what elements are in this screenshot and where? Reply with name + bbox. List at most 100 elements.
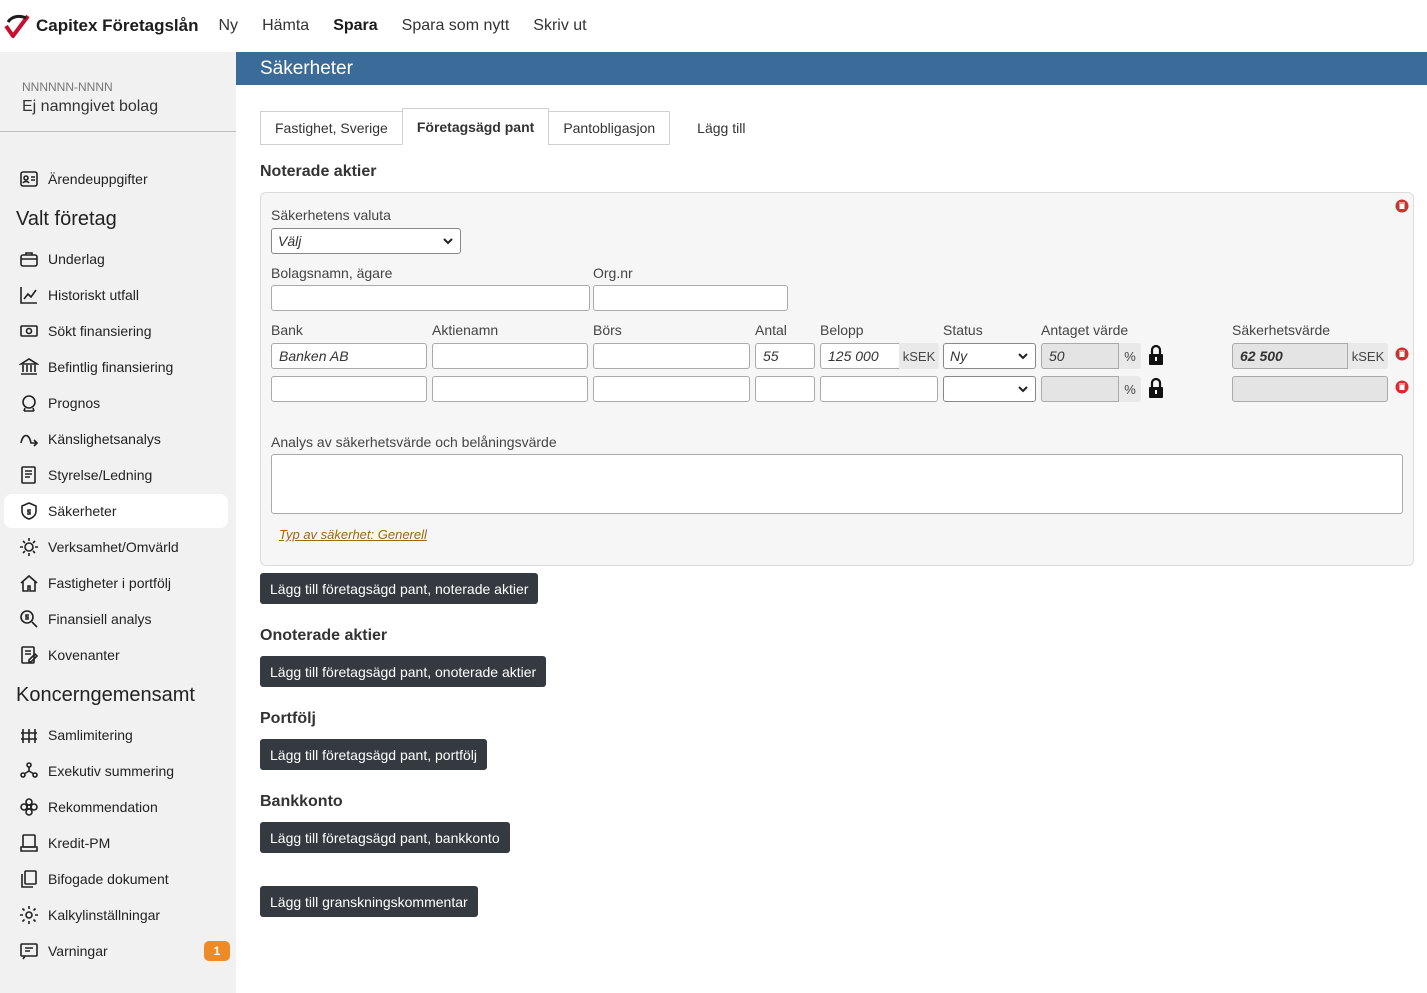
sidebar-item-underlag[interactable]: Underlag <box>4 242 228 276</box>
row2-sakerhetsvarde-input <box>1232 376 1388 402</box>
menu-save[interactable]: Spara <box>333 17 377 35</box>
contract-icon <box>18 644 40 666</box>
analys-textarea[interactable] <box>271 454 1403 514</box>
tab-add[interactable]: Lägg till <box>683 111 760 145</box>
section-valt-foretag: Valt företag <box>16 208 117 230</box>
sidebar-item-kovenanter[interactable]: Kovenanter <box>4 638 228 672</box>
printer-icon <box>18 832 40 854</box>
row1-sakerhetsvarde-unit: kSEK <box>1348 343 1388 369</box>
sidebar-item-label: Bifogade dokument <box>48 871 169 887</box>
sidebar-item-label: Prognos <box>48 395 101 411</box>
add-noterade-aktier-button[interactable]: Lägg till företagsägd pant, noterade akt… <box>260 573 539 604</box>
tab-foretagsagd-pant[interactable]: Företagsägd pant <box>401 108 550 145</box>
menu-save-as-new[interactable]: Spara som nytt <box>402 17 510 35</box>
section-portfolj: Portfölj <box>260 710 316 727</box>
col-aktienamn: Aktienamn <box>432 322 499 338</box>
row1-lock-icon[interactable] <box>1147 344 1165 366</box>
sidebar-item-kanslighetsanalys[interactable]: Känslighetsanalys <box>4 422 228 456</box>
warning-icon <box>18 940 40 962</box>
flower-icon <box>18 796 40 818</box>
sidebar-item-label: Kredit-PM <box>48 835 111 851</box>
row1-bors-input[interactable] <box>593 343 750 369</box>
col-sakerhetsvarde: Säkerhetsvärde <box>1232 322 1331 338</box>
col-belopp: Belopp <box>820 322 864 338</box>
money-icon <box>18 320 40 342</box>
currency-select[interactable]: Välj <box>271 228 461 254</box>
row1-status-select[interactable]: Ny <box>943 343 1036 369</box>
row2-status-select[interactable] <box>943 376 1036 402</box>
row1-antal-input[interactable]: 55 <box>755 343 815 369</box>
orgnr-input[interactable] <box>593 285 788 311</box>
company-orgnr: NNNNNN-NNNN <box>22 80 113 94</box>
lightbulb-icon <box>18 536 40 558</box>
top-menu: Ny Hämta Spara Spara som nytt Skriv ut <box>219 17 611 35</box>
add-review-comment-button[interactable]: Lägg till granskningskommentar <box>260 886 478 917</box>
sidebar-item-label: Säkerheter <box>48 503 117 519</box>
sidebar-item-finansiell-analys[interactable]: Finansiell analys <box>4 602 228 636</box>
sidebar-item-label: Ärendeuppgifter <box>48 171 148 187</box>
sidebar-item-kalkylinstallningar[interactable]: Kalkylinställningar <box>4 898 228 932</box>
sidebar-item-historiskt-utfall[interactable]: Historiskt utfall <box>4 278 228 312</box>
sidebar-item-prognos[interactable]: Prognos <box>4 386 228 420</box>
row1-belopp-unit: kSEK <box>899 343 939 369</box>
briefcase-icon <box>18 248 40 270</box>
row2-antaget-input[interactable] <box>1041 376 1119 402</box>
row1-sakerhetsvarde-input: 62 500 <box>1232 343 1348 369</box>
company-name: Ej namngivet bolag <box>22 98 159 115</box>
tab-pantobligasjon[interactable]: Pantobligasjon <box>548 111 671 145</box>
sidebar-item-arendeuppgifter[interactable]: Ärendeuppgifter <box>4 162 228 196</box>
row2-antal-input[interactable] <box>755 376 815 402</box>
col-bors: Börs <box>593 322 622 338</box>
sidebar-item-label: Känslighetsanalys <box>48 431 161 447</box>
sidebar-item-sakerheter[interactable]: Säkerheter <box>4 494 228 528</box>
row1-delete-icon[interactable] <box>1395 347 1409 361</box>
add-portfolj-button[interactable]: Lägg till företagsägd pant, portfölj <box>260 739 488 770</box>
sidebar-item-sokt-finansiering[interactable]: Sökt finansiering <box>4 314 228 348</box>
company-info: NNNNNN-NNNN Ej namngivet bolag <box>0 52 236 132</box>
sidebar-item-samlimitering[interactable]: Samlimitering <box>4 718 228 752</box>
menu-open[interactable]: Hämta <box>262 17 309 35</box>
row2-belopp-input[interactable] <box>820 376 938 402</box>
row1-aktienamn-input[interactable] <box>432 343 588 369</box>
delete-panel-icon[interactable] <box>1395 199 1409 213</box>
curve-arrow-icon <box>18 428 40 450</box>
section-onoterade-aktier: Onoterade aktier <box>260 627 388 644</box>
sidebar-item-label: Verksamhet/Omvärld <box>48 539 179 555</box>
row2-aktienamn-input[interactable] <box>432 376 588 402</box>
sidebar-item-label: Fastigheter i portfölj <box>48 575 171 591</box>
row1-belopp-input[interactable]: 125 000 <box>820 343 900 369</box>
owner-input[interactable] <box>271 285 590 311</box>
sidebar-item-exekutiv-summering[interactable]: Exekutiv summering <box>4 754 228 788</box>
app-title: Capitex Företagslån <box>36 16 199 35</box>
add-onoterade-aktier-button[interactable]: Lägg till företagsägd pant, onoterade ak… <box>260 656 547 687</box>
row2-bors-input[interactable] <box>593 376 750 402</box>
sidebar-item-kredit-pm[interactable]: Kredit-PM <box>4 826 228 860</box>
row2-bank-input[interactable] <box>271 376 427 402</box>
sidebar-item-verksamhet-omvarld[interactable]: Verksamhet/Omvärld <box>4 530 228 564</box>
menu-print[interactable]: Skriv ut <box>533 17 586 35</box>
sidebar-item-label: Sökt finansiering <box>48 323 152 339</box>
sidebar-item-rekommendation[interactable]: Rekommendation <box>4 790 228 824</box>
sidebar-item-label: Kalkylinställningar <box>48 907 161 923</box>
row2-delete-icon[interactable] <box>1395 380 1409 394</box>
row1-bank-input[interactable]: Banken AB <box>271 343 427 369</box>
sidebar-item-befintlig-finansiering[interactable]: Befintlig finansiering <box>4 350 228 384</box>
security-type-link[interactable]: Typ av säkerhet: Generell <box>279 527 427 542</box>
document-icon <box>18 464 40 486</box>
sidebar-item-label: Befintlig finansiering <box>48 359 174 375</box>
house-icon <box>18 572 40 594</box>
tab-fastighet-sverige[interactable]: Fastighet, Sverige <box>260 111 403 145</box>
sidebar-item-label: Rekommendation <box>48 799 158 815</box>
sidebar-item-styrelse-ledning[interactable]: Styrelse/Ledning <box>4 458 228 492</box>
id-card-icon <box>18 168 40 190</box>
sidebar-item-label: Exekutiv summering <box>48 763 175 779</box>
chart-icon <box>18 284 40 306</box>
row1-antaget-input[interactable]: 50 <box>1041 343 1119 369</box>
row1-status-value: Ny <box>950 348 968 364</box>
add-bankkonto-button[interactable]: Lägg till företagsägd pant, bankkonto <box>260 822 510 853</box>
menu-new[interactable]: Ny <box>219 17 239 35</box>
sidebar-item-bifogade-dokument[interactable]: Bifogade dokument <box>4 862 228 896</box>
sidebar-item-fastigheter-i-portfolj[interactable]: Fastigheter i portfölj <box>4 566 228 600</box>
sidebar-item-varningar[interactable]: Varningar 1 <box>4 934 230 968</box>
row2-lock-icon[interactable] <box>1147 377 1165 399</box>
